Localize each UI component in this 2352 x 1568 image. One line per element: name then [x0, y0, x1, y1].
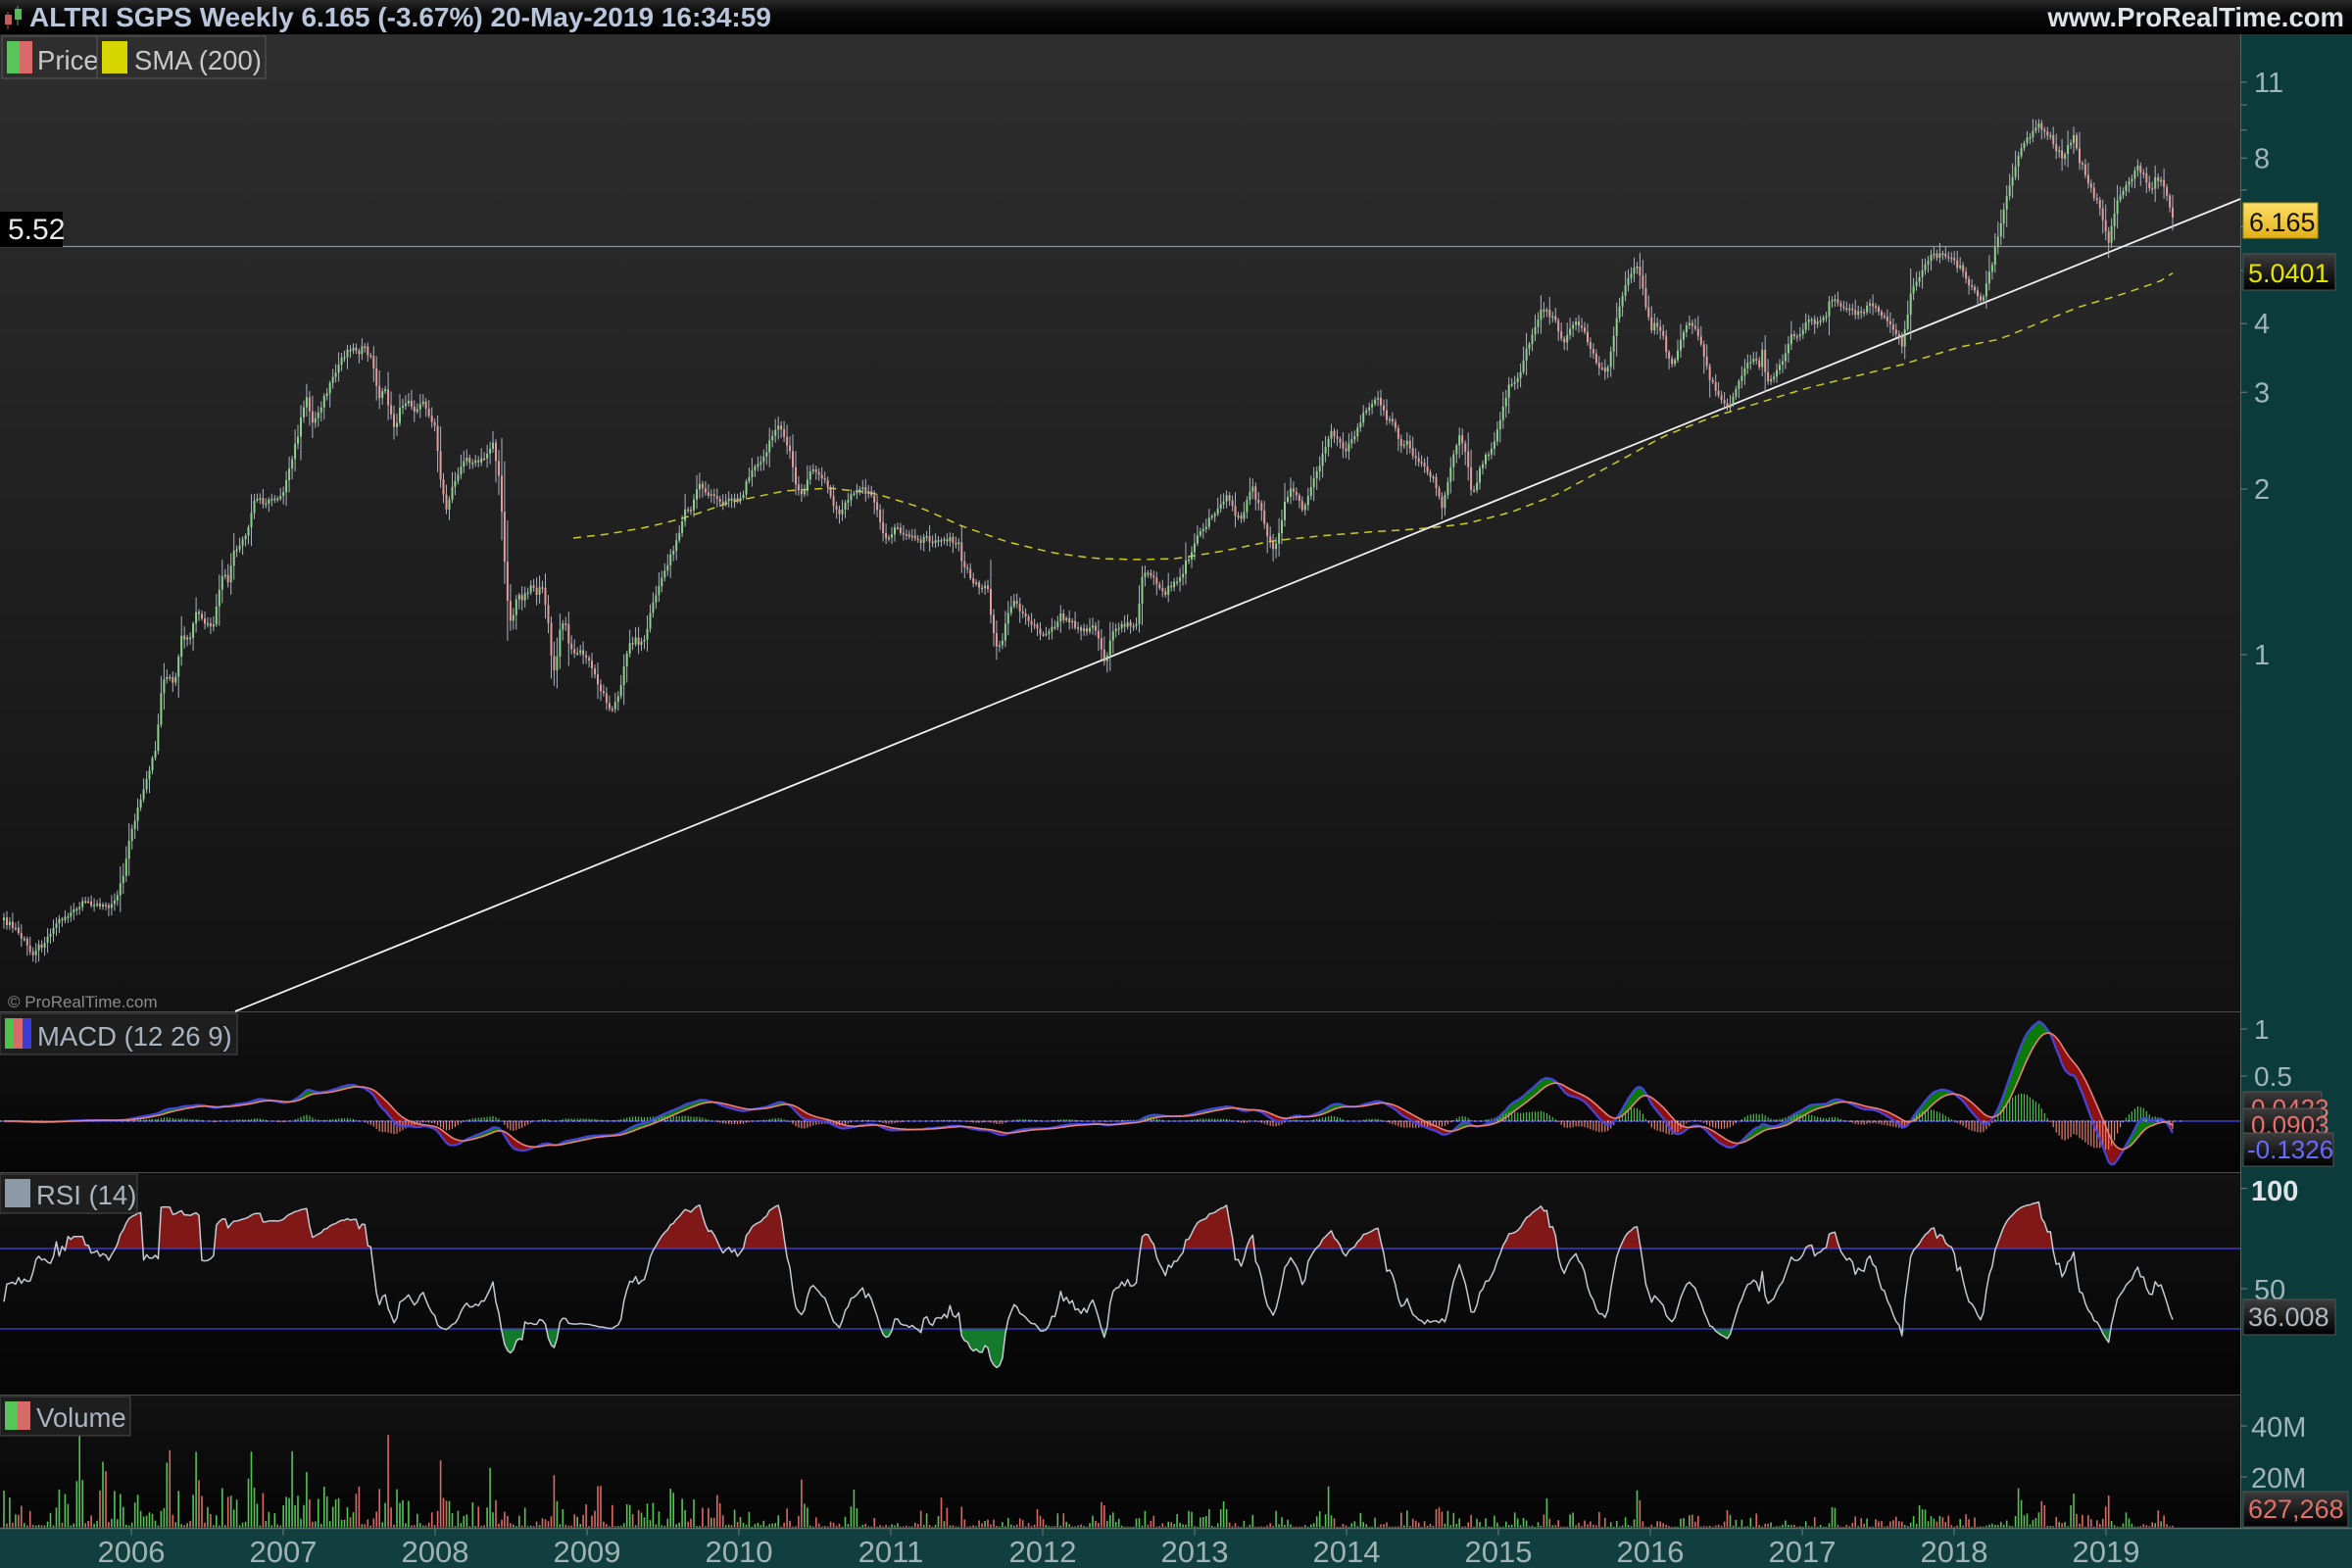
svg-text:40M: 40M: [2251, 1412, 2306, 1444]
svg-text:2016: 2016: [1617, 1535, 1685, 1568]
svg-text:-0.1326: -0.1326: [2247, 1135, 2333, 1164]
svg-text:3: 3: [2254, 377, 2270, 409]
svg-text:100: 100: [2251, 1176, 2298, 1207]
svg-text:2017: 2017: [1769, 1535, 1837, 1568]
svg-text:2009: 2009: [554, 1535, 621, 1568]
svg-text:0.5: 0.5: [2254, 1061, 2292, 1092]
svg-text:SMA (200): SMA (200): [134, 45, 262, 75]
svg-text:2011: 2011: [858, 1535, 924, 1568]
svg-text:6.165: 6.165: [2249, 208, 2316, 237]
svg-text:2013: 2013: [1161, 1535, 1229, 1568]
svg-text:© ProRealTime.com: © ProRealTime.com: [8, 993, 158, 1011]
svg-text:2019: 2019: [2073, 1535, 2140, 1568]
svg-text:2018: 2018: [1921, 1535, 1988, 1568]
svg-text:8: 8: [2254, 143, 2270, 174]
svg-text:MACD (12 26 9): MACD (12 26 9): [37, 1021, 232, 1052]
svg-text:4: 4: [2254, 309, 2270, 340]
svg-text:Volume: Volume: [36, 1402, 126, 1433]
svg-text:2010: 2010: [706, 1535, 773, 1568]
svg-text:2012: 2012: [1009, 1535, 1077, 1568]
svg-text:2015: 2015: [1465, 1535, 1533, 1568]
svg-text:2006: 2006: [98, 1535, 166, 1568]
svg-text:ALTRI SGPS Weekly 6.165 (-3.67: ALTRI SGPS Weekly 6.165 (-3.67%) 20-May-…: [29, 2, 771, 32]
svg-text:11: 11: [2254, 68, 2283, 99]
svg-text:2008: 2008: [402, 1535, 469, 1568]
svg-text:www.ProRealTime.com: www.ProRealTime.com: [2046, 2, 2344, 32]
svg-text:RSI (14): RSI (14): [36, 1180, 136, 1210]
svg-text:1: 1: [2254, 1014, 2270, 1045]
svg-text:627,268: 627,268: [2248, 1494, 2344, 1524]
svg-text:5.52: 5.52: [8, 214, 65, 246]
svg-text:Price: Price: [37, 45, 99, 75]
svg-text:20M: 20M: [2251, 1463, 2306, 1494]
svg-text:2: 2: [2254, 474, 2270, 506]
svg-text:1: 1: [2254, 640, 2270, 671]
svg-text:5.0401: 5.0401: [2248, 259, 2329, 288]
svg-text:36.008: 36.008: [2248, 1302, 2329, 1332]
svg-text:2007: 2007: [250, 1535, 318, 1568]
svg-text:2014: 2014: [1313, 1535, 1381, 1568]
